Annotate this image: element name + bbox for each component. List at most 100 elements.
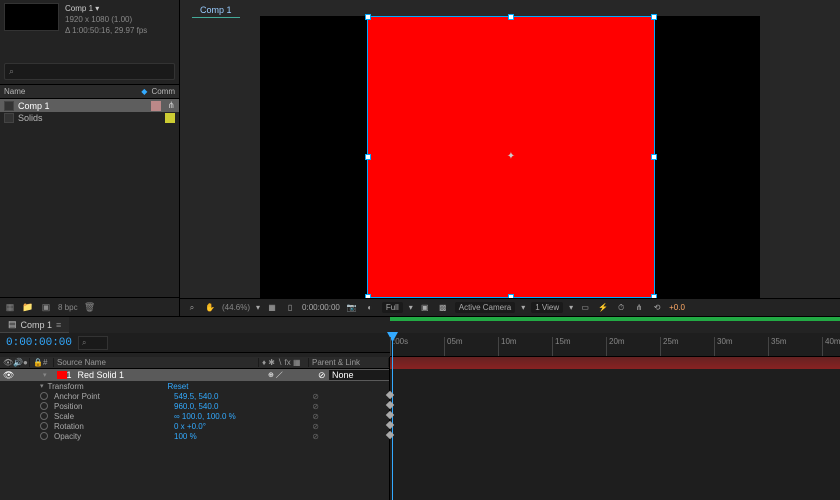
fast-preview-icon[interactable]: ⚡: [597, 303, 609, 312]
layers-icon: ▤: [8, 319, 17, 330]
expression-pick-icon[interactable]: ⊘: [312, 422, 319, 431]
prop-rotation: Rotation0 x +0.0° ⊘: [0, 421, 389, 431]
twirl-icon[interactable]: ▾: [40, 382, 44, 390]
comp-canvas[interactable]: ✦: [260, 16, 760, 298]
expression-pick-icon[interactable]: ⊘: [312, 432, 319, 441]
interpret-icon[interactable]: ▦: [4, 301, 16, 313]
col-audio-icon[interactable]: 🔊: [10, 358, 20, 367]
expression-pick-icon[interactable]: ⊘: [312, 412, 319, 421]
stopwatch-icon[interactable]: [40, 392, 48, 400]
stopwatch-icon[interactable]: [40, 432, 48, 440]
label-swatch: [165, 113, 175, 123]
handle-mr[interactable]: [651, 154, 657, 160]
project-item-solids[interactable]: Solids: [0, 112, 179, 124]
layer-index: 1: [64, 370, 75, 380]
video-toggle[interactable]: 👁: [0, 370, 10, 381]
magnify-icon[interactable]: ⌕: [186, 303, 198, 313]
col-name[interactable]: Name: [4, 87, 141, 96]
close-tab-icon[interactable]: ≡: [56, 320, 61, 330]
handle-tc[interactable]: [508, 14, 514, 20]
snapshot-icon[interactable]: 📷: [346, 303, 358, 312]
expression-pick-icon[interactable]: ⊘: [312, 402, 319, 411]
handle-ml[interactable]: [365, 154, 371, 160]
col-lock-icon[interactable]: 🔒: [30, 358, 40, 367]
project-header: Comp 1 ▾ 1920 x 1080 (1.00) Δ 1:00:50:16…: [0, 0, 179, 39]
col-solo-icon[interactable]: ●: [20, 358, 30, 367]
prop-position: Position960.0, 540.0⊘: [0, 401, 389, 411]
resolution-drop[interactable]: Full: [382, 302, 403, 313]
camera-drop[interactable]: Active Camera: [455, 302, 515, 313]
project-item-comp1[interactable]: Comp 1 ⋔: [0, 99, 179, 112]
col-video-icon[interactable]: 👁: [0, 358, 10, 367]
zoom-level[interactable]: (44.6%): [222, 303, 250, 312]
project-footer: ▦ 📁 ▣ 8 bpc 🗑: [0, 297, 179, 316]
layer-name[interactable]: Red Solid 1: [75, 370, 265, 380]
layer-row-1[interactable]: 👁 ▾ 1 Red Solid 1 ⊕ ／ ⊘ None: [0, 369, 389, 381]
timeline-tab[interactable]: ▤ Comp 1 ≡: [0, 317, 69, 333]
stopwatch-icon[interactable]: [40, 412, 48, 420]
prop-value[interactable]: 549.5, 540.0: [174, 392, 218, 401]
composition-viewer: Comp 1 ✦ ⌕ ✋ (44.6%) ▾ ▦ ▯ 0:00:00:00 📷 …: [180, 0, 840, 316]
col-parent[interactable]: Parent & Link: [309, 358, 389, 367]
views-drop[interactable]: 1 View: [531, 302, 563, 313]
label-swatch: [151, 101, 161, 111]
work-area-bar[interactable]: [390, 317, 840, 321]
prop-opacity: Opacity100 %⊘: [0, 431, 389, 441]
flowchart-icon[interactable]: ⋔: [633, 303, 645, 312]
track-area[interactable]: [390, 357, 840, 500]
playhead-line[interactable]: [392, 337, 393, 500]
reset-link[interactable]: Reset: [168, 382, 189, 391]
prop-anchor-point: Anchor Point549.5, 540.0⊘: [0, 391, 389, 401]
prop-value[interactable]: 960.0, 540.0: [174, 402, 218, 411]
preview-time[interactable]: 0:00:00:00: [302, 303, 340, 312]
grid-icon[interactable]: ▦: [266, 303, 278, 312]
handle-tr[interactable]: [651, 14, 657, 20]
prop-value[interactable]: ∞ 100.0, 100.0 %: [174, 412, 236, 421]
anchor-point-icon[interactable]: ✦: [506, 152, 516, 162]
comp-dur: Δ 1:00:50:16, 29.97 fps: [65, 25, 147, 36]
new-comp-icon[interactable]: ▣: [40, 301, 52, 313]
timeline-icon[interactable]: ⏱: [615, 303, 627, 313]
comp-thumbnail[interactable]: [4, 3, 59, 31]
layer-switches[interactable]: ⊕ ／: [265, 370, 315, 380]
layer-outline: 👁 🔊 ● 🔒 # Source Name ♦ ✱ ∖ fx ▦ Parent …: [0, 357, 390, 500]
current-time[interactable]: 0:00:00:00: [0, 337, 78, 349]
pixel-aspect-icon[interactable]: ▭: [579, 303, 591, 312]
transparency-icon[interactable]: ▩: [437, 303, 449, 312]
comp-dims: 1920 x 1080 (1.00): [65, 14, 147, 25]
comp-icon: [4, 101, 14, 111]
parent-drop[interactable]: None: [329, 370, 389, 380]
folder-icon: [4, 113, 14, 123]
region-icon[interactable]: ▣: [419, 303, 431, 312]
bpc-toggle[interactable]: 8 bpc: [58, 301, 78, 313]
parent-pick-icon[interactable]: ⊘: [315, 370, 329, 381]
exposure[interactable]: +0.0: [669, 303, 685, 312]
channel-icon[interactable]: ◐: [364, 303, 376, 312]
prop-value[interactable]: 0 x +0.0°: [174, 422, 206, 431]
transform-group[interactable]: ▾ Transform Reset: [0, 381, 389, 391]
guides-icon[interactable]: ▯: [284, 303, 296, 312]
twirl-icon[interactable]: ▾: [40, 371, 50, 379]
stopwatch-icon[interactable]: [40, 402, 48, 410]
hand-icon[interactable]: ✋: [204, 303, 216, 312]
project-search[interactable]: ⌕: [4, 63, 175, 80]
project-item-label: Comp 1: [18, 101, 50, 111]
time-ruler[interactable]: :00s05m10m15m20m25m30m35m40m: [390, 337, 840, 357]
stopwatch-icon[interactable]: [40, 422, 48, 430]
ruler-tick: 30m: [714, 337, 733, 356]
red-solid-layer[interactable]: ✦: [367, 16, 655, 298]
layer-columns: 👁 🔊 ● 🔒 # Source Name ♦ ✱ ∖ fx ▦ Parent …: [0, 357, 389, 369]
col-source[interactable]: Source Name: [54, 358, 259, 367]
reset-exposure-icon[interactable]: ⟲: [651, 303, 663, 312]
col-type[interactable]: Comm: [151, 87, 175, 96]
prop-label: Rotation: [54, 422, 174, 431]
flowchart-icon[interactable]: ⋔: [167, 100, 175, 111]
handle-tl[interactable]: [365, 14, 371, 20]
prop-value[interactable]: 100 %: [174, 432, 197, 441]
label-filter-icon[interactable]: ◆: [141, 87, 147, 96]
expression-pick-icon[interactable]: ⊘: [312, 392, 319, 401]
new-folder-icon[interactable]: 📁: [22, 301, 34, 313]
trash-icon[interactable]: 🗑: [84, 301, 96, 313]
ruler-tick: 20m: [606, 337, 625, 356]
timeline-search[interactable]: ⌕: [78, 336, 108, 350]
